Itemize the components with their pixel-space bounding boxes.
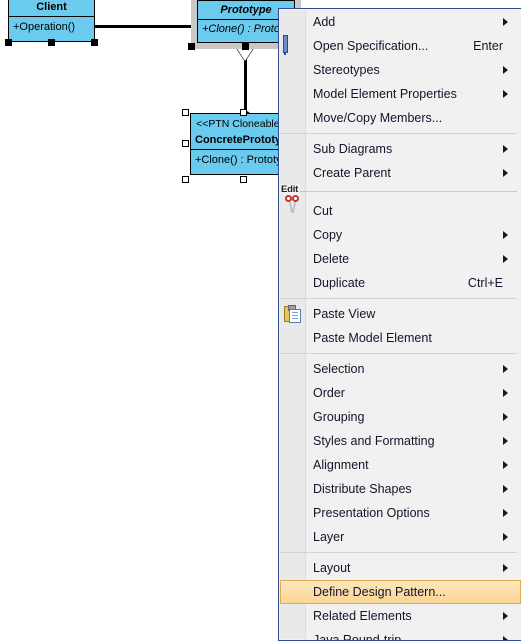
menu-item-java-round-trip[interactable]: Java Round-trip xyxy=(280,628,521,641)
chevron-right-icon xyxy=(503,90,508,98)
menu-item-order[interactable]: Order xyxy=(280,381,521,405)
menu-item-grouping[interactable]: Grouping xyxy=(280,405,521,429)
resize-handle[interactable] xyxy=(240,176,247,183)
menu-item-distribute-shapes[interactable]: Distribute Shapes xyxy=(280,477,521,501)
menu-item-label: Related Elements xyxy=(313,609,412,623)
menu-item-cut[interactable]: Cut xyxy=(280,195,521,223)
chevron-right-icon xyxy=(503,255,508,263)
menu-separator xyxy=(280,295,521,302)
resize-handle[interactable] xyxy=(182,109,189,116)
menu-item-label: Presentation Options xyxy=(313,506,430,520)
paste-icon xyxy=(284,305,303,324)
uml-class-client[interactable]: Client +Operation() xyxy=(8,0,95,42)
chevron-right-icon xyxy=(503,18,508,26)
resize-handle[interactable] xyxy=(188,43,195,50)
resize-handle[interactable] xyxy=(48,39,55,46)
chevron-right-icon xyxy=(503,389,508,397)
menu-item-label: Move/Copy Members... xyxy=(313,111,443,125)
chevron-right-icon xyxy=(503,231,508,239)
menu-item-selection[interactable]: Selection xyxy=(280,357,521,381)
chevron-right-icon xyxy=(503,636,508,640)
chevron-right-icon xyxy=(503,461,508,469)
menu-item-move-copy-members[interactable]: Move/Copy Members... xyxy=(280,106,521,130)
menu-item-open-specification[interactable]: Open Specification... Enter xyxy=(280,34,521,58)
chevron-right-icon xyxy=(503,533,508,541)
menu-item-label: Delete xyxy=(313,252,350,266)
menu-item-label: Define Design Pattern... xyxy=(313,585,446,599)
menu-item-alignment[interactable]: Alignment xyxy=(280,453,521,477)
menu-item-duplicate[interactable]: Duplicate Ctrl+E xyxy=(280,271,521,295)
menu-item-label: Cut xyxy=(313,204,333,218)
resize-handle[interactable] xyxy=(240,109,247,116)
menu-item-label: Layer xyxy=(313,530,345,544)
app-root: Client +Operation() Prototype +Clone() :… xyxy=(0,0,521,641)
menu-item-label: Paste Model Element xyxy=(313,331,432,345)
chevron-right-icon xyxy=(503,612,508,620)
menu-item-label: Distribute Shapes xyxy=(313,482,412,496)
menu-item-layout[interactable]: Layout xyxy=(280,556,521,580)
menu-item-add[interactable]: Add xyxy=(280,10,521,34)
menu-item-label: Create Parent xyxy=(313,166,391,180)
menu-section-label: Edit xyxy=(279,184,301,195)
menu-separator xyxy=(280,130,521,137)
menu-separator xyxy=(280,549,521,556)
menu-item-paste-model-element[interactable]: Paste Model Element xyxy=(280,326,521,350)
chevron-right-icon xyxy=(503,169,508,177)
menu-item-paste-view[interactable]: Paste View xyxy=(280,302,521,326)
menu-item-define-design-pattern[interactable]: Define Design Pattern... xyxy=(280,580,521,604)
menu-item-label: Layout xyxy=(313,561,351,575)
menu-item-copy[interactable]: Copy xyxy=(280,223,521,247)
menu-item-presentation-options[interactable]: Presentation Options xyxy=(280,501,521,525)
menu-item-create-parent[interactable]: Create Parent xyxy=(280,161,521,185)
menu-item-label: Grouping xyxy=(313,410,365,424)
chevron-right-icon xyxy=(503,145,508,153)
menu-item-label: Selection xyxy=(313,362,365,376)
chevron-right-icon xyxy=(503,66,508,74)
class-operation-client: +Operation() xyxy=(9,16,94,36)
chevron-right-icon xyxy=(503,437,508,445)
chevron-right-icon xyxy=(503,564,508,572)
menu-item-accelerator: Enter xyxy=(473,39,503,53)
menu-separator xyxy=(280,350,521,357)
menu-item-label: Java Round-trip xyxy=(313,633,402,641)
menu-section-edit: Edit xyxy=(279,184,521,199)
menu-item-model-element-properties[interactable]: Model Element Properties xyxy=(280,82,521,106)
chevron-right-icon xyxy=(503,509,508,517)
resize-handle[interactable] xyxy=(182,140,189,147)
menu-item-label: Sub Diagrams xyxy=(313,142,393,156)
menu-item-label: Model Element Properties xyxy=(313,87,457,101)
menu-item-label: Copy xyxy=(313,228,343,242)
open-specification-icon xyxy=(284,36,303,56)
resize-handle[interactable] xyxy=(242,43,249,50)
menu-item-label: Alignment xyxy=(313,458,369,472)
menu-item-styles-and-formatting[interactable]: Styles and Formatting xyxy=(280,429,521,453)
chevron-right-icon xyxy=(503,365,508,373)
class-name-client: Client xyxy=(36,1,67,13)
menu-item-label: Order xyxy=(313,386,345,400)
menu-item-label: Stereotypes xyxy=(313,63,380,77)
resize-handle[interactable] xyxy=(182,176,189,183)
chevron-right-icon xyxy=(503,413,508,421)
association-line xyxy=(88,25,198,28)
chevron-right-icon xyxy=(503,485,508,493)
resize-handle[interactable] xyxy=(5,39,12,46)
menu-item-related-elements[interactable]: Related Elements xyxy=(280,604,521,628)
context-menu[interactable]: Add Open Specification... Enter Stereoty… xyxy=(278,8,521,641)
menu-item-accelerator: Ctrl+E xyxy=(467,276,503,290)
cut-icon xyxy=(284,195,303,221)
menu-item-stereotypes[interactable]: Stereotypes xyxy=(280,58,521,82)
menu-item-layer[interactable]: Layer xyxy=(280,525,521,549)
menu-item-label: Duplicate xyxy=(313,276,366,290)
menu-item-label: Styles and Formatting xyxy=(313,434,435,448)
menu-item-sub-diagrams[interactable]: Sub Diagrams xyxy=(280,137,521,161)
menu-item-label: Paste View xyxy=(313,307,376,321)
resize-handle[interactable] xyxy=(91,39,98,46)
menu-items: Add Open Specification... Enter Stereoty… xyxy=(279,10,521,641)
menu-item-label: Add xyxy=(313,15,336,29)
menu-item-label: Open Specification... xyxy=(313,39,429,53)
menu-item-delete[interactable]: Delete xyxy=(280,247,521,271)
